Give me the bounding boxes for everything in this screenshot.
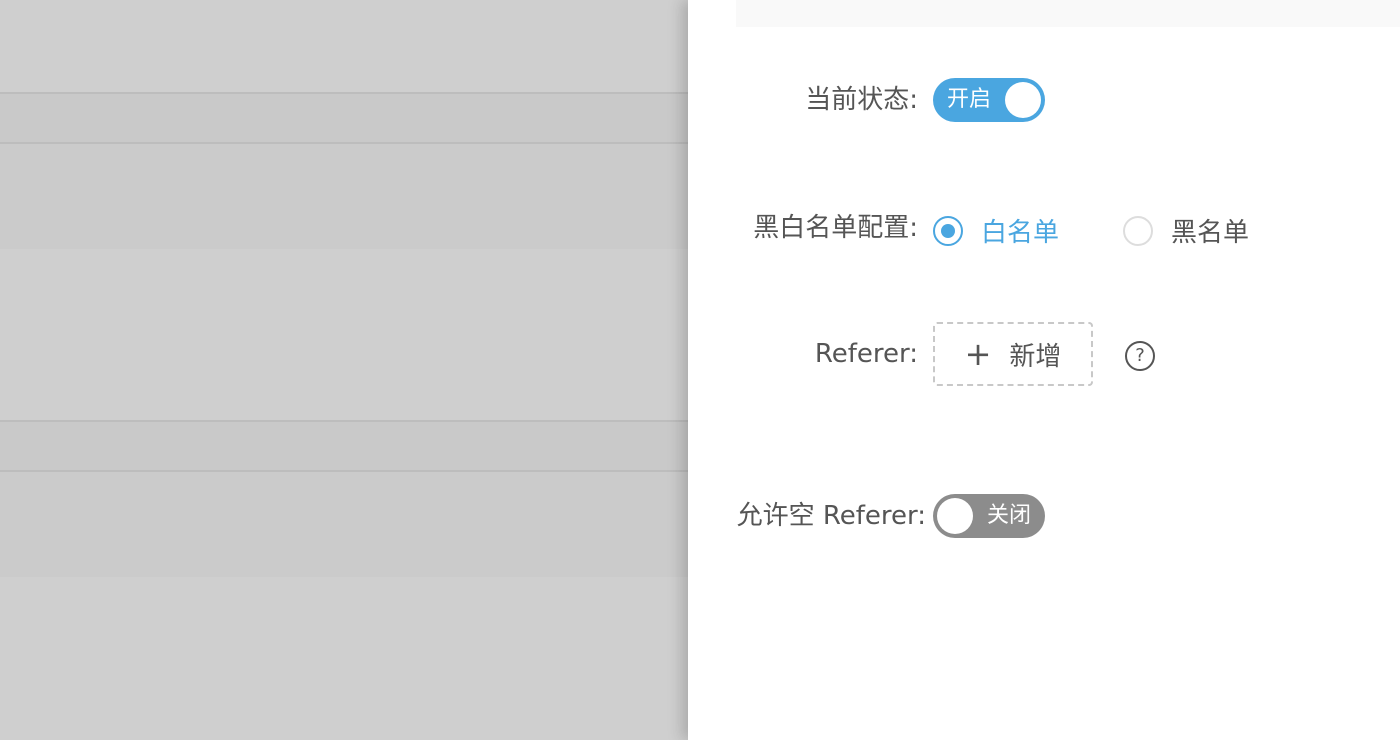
list-type-radio-group: 白名单 黑名单 (933, 212, 1249, 249)
drawer-header-strip (736, 0, 1400, 27)
table-row (0, 422, 688, 470)
blacklist-radio[interactable]: 黑名单 (1123, 212, 1249, 249)
table-row (0, 144, 688, 249)
question-circle-icon[interactable]: ? (1125, 341, 1155, 371)
status-row: 当前状态: 开启 (688, 78, 1400, 122)
allow-empty-referer-label: 允许空 Referer: (736, 501, 926, 531)
blacklist-radio-label: 黑名单 (1171, 218, 1250, 248)
add-referer-button-label: 新增 (1009, 341, 1062, 372)
plus-icon: + (964, 335, 992, 373)
background-page-overlay[interactable] (0, 0, 688, 740)
allow-empty-referer-toggle[interactable]: 关闭 (933, 494, 1045, 538)
list-config-label: 黑白名单配置: (753, 213, 918, 243)
table-row (0, 472, 688, 577)
whitelist-radio[interactable]: 白名单 (933, 212, 1059, 249)
allow-empty-referer-row: 允许空 Referer: 关闭 (688, 494, 1400, 538)
toggle-knob (1005, 82, 1041, 118)
status-toggle-text: 开启 (947, 87, 992, 112)
status-label: 当前状态: (805, 85, 918, 115)
table-row (0, 94, 688, 142)
radio-checked-icon (933, 215, 963, 246)
referer-label: Referer: (814, 339, 918, 369)
toggle-knob (937, 498, 973, 534)
whitelist-radio-label: 白名单 (981, 218, 1060, 248)
status-toggle[interactable]: 开启 (933, 78, 1045, 122)
allow-empty-referer-toggle-text: 关闭 (986, 503, 1031, 528)
settings-drawer: 当前状态: 开启 黑白名单配置: 白名单 黑名单 Referer: + 新增 ? (688, 0, 1400, 740)
add-referer-button[interactable]: + 新增 (933, 322, 1093, 386)
radio-unchecked-icon (1123, 215, 1154, 246)
